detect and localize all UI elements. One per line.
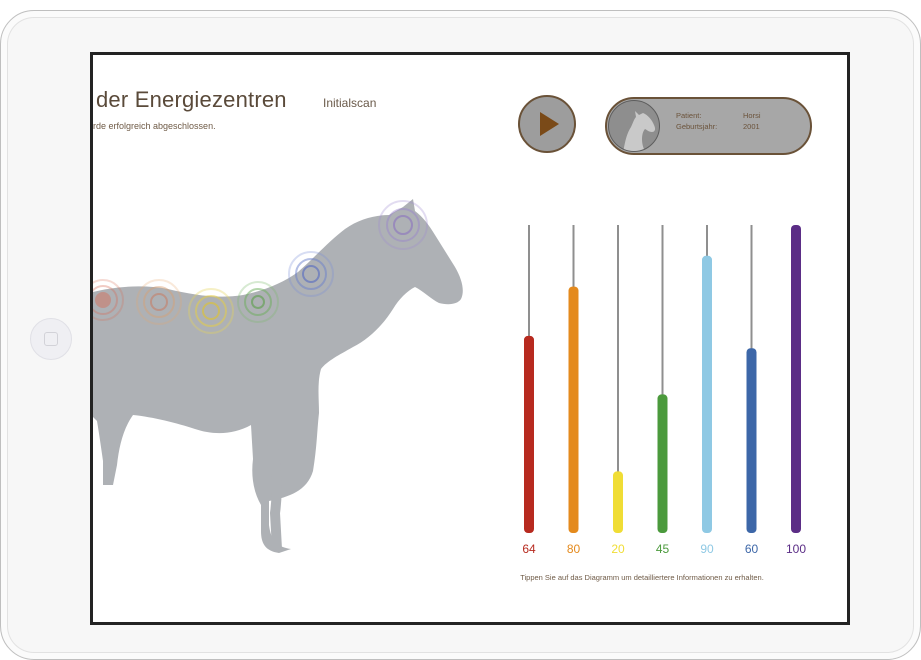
app-screen: der Energiezentren Initialscan rde erfol… — [90, 52, 850, 625]
bar-value-label: 90 — [700, 542, 714, 556]
energy-bar[interactable] — [568, 286, 579, 533]
play-button[interactable] — [518, 95, 576, 153]
energy-bar[interactable] — [613, 471, 623, 533]
horse-head-icon — [608, 100, 660, 152]
energy-bar[interactable] — [746, 348, 757, 533]
birth-year-value: 2001 — [743, 122, 760, 131]
horse-diagram[interactable] — [93, 185, 473, 555]
energy-bar[interactable] — [791, 225, 801, 533]
bar-value-label: 45 — [656, 542, 670, 556]
patient-info: Patient: Horsi Geburtsjahr: 2001 — [676, 110, 761, 132]
bar-value-label: 100 — [786, 542, 806, 556]
home-icon — [44, 332, 58, 346]
scan-type-label: Initialscan — [323, 96, 377, 110]
bar-value-label: 20 — [611, 542, 625, 556]
bar-value-label: 60 — [745, 542, 759, 556]
chart-hint: Tippen Sie auf das Diagramm um detaillie… — [520, 573, 764, 582]
home-button[interactable] — [30, 318, 72, 360]
patient-card[interactable]: Patient: Horsi Geburtsjahr: 2001 — [605, 97, 812, 155]
patient-name: Horsi — [743, 111, 761, 120]
birth-year-label: Geburtsjahr: — [676, 122, 718, 131]
bar-value-label: 64 — [522, 542, 536, 556]
play-icon — [540, 112, 559, 136]
energy-bar[interactable] — [524, 335, 534, 533]
page-title: der Energiezentren — [96, 87, 287, 112]
energy-bar[interactable] — [702, 255, 712, 534]
energy-bar[interactable] — [657, 394, 668, 533]
status-message: rde erfolgreich abgeschlossen. — [93, 121, 216, 131]
bar-value-label: 80 — [567, 542, 581, 556]
patient-label: Patient: — [676, 111, 702, 120]
energy-bar-chart[interactable]: 64 80 20 45 90 60 100 — [513, 215, 813, 565]
